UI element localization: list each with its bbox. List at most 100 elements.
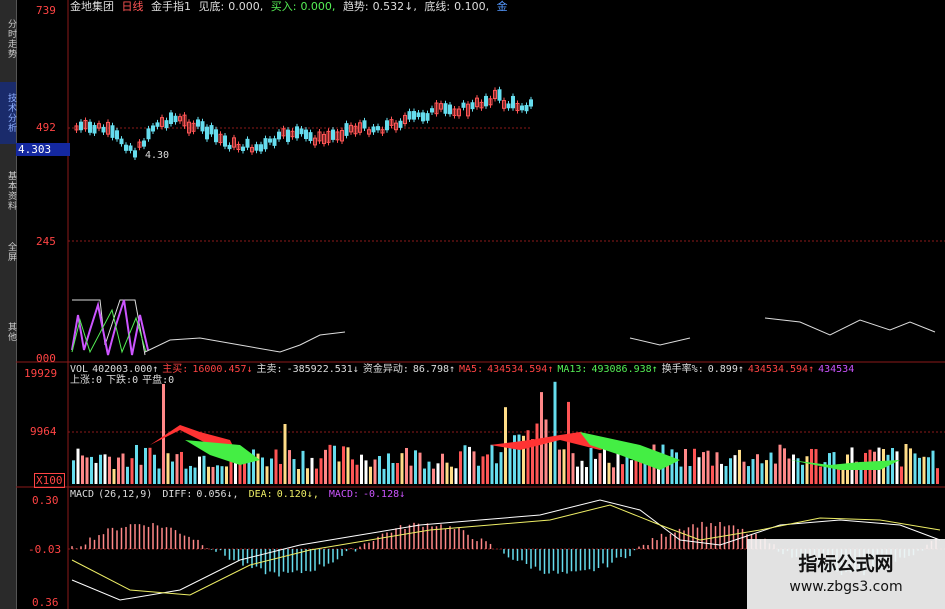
volume-bar bbox=[895, 451, 899, 484]
macd-title: MACD bbox=[70, 489, 95, 500]
volume-info-item-4: 主卖: bbox=[256, 364, 283, 375]
volume-sub-item-2: 平盘:0 bbox=[142, 375, 175, 386]
price-axis-label-low: 245 bbox=[36, 235, 56, 248]
volume-bar bbox=[585, 467, 588, 484]
volume-bar bbox=[904, 444, 908, 484]
volume-bar bbox=[315, 468, 318, 484]
candle-body bbox=[142, 140, 146, 147]
volume-bar bbox=[418, 452, 422, 484]
dea-value: 0.120↓, bbox=[276, 489, 319, 500]
volume-bar bbox=[405, 447, 408, 484]
volume-bar bbox=[481, 456, 485, 484]
volume-bar bbox=[166, 453, 170, 484]
volume-bar bbox=[351, 459, 354, 484]
volume-bar bbox=[414, 450, 417, 484]
volume-bar bbox=[198, 456, 201, 484]
volume-bar bbox=[751, 459, 755, 484]
volume-bar bbox=[927, 457, 930, 484]
volume-bar bbox=[436, 463, 440, 484]
period-label[interactable]: 日线 bbox=[122, 0, 144, 13]
volume-bar bbox=[171, 461, 174, 484]
volume-bar bbox=[360, 454, 363, 484]
volume-bar bbox=[220, 466, 224, 484]
volume-bar bbox=[144, 447, 147, 484]
macd-axis-label-mid: -0.03 bbox=[28, 543, 62, 556]
volume-bar bbox=[589, 447, 593, 484]
candle-body bbox=[295, 126, 299, 139]
candle-body bbox=[227, 144, 232, 150]
volume-bar bbox=[675, 452, 678, 484]
volume-bar bbox=[747, 466, 750, 484]
volume-bar bbox=[630, 460, 633, 484]
volume-bar bbox=[175, 454, 179, 484]
volume-bar bbox=[724, 466, 728, 484]
volume-bar bbox=[72, 460, 75, 484]
volume-info-item-12: 换手率%: bbox=[661, 364, 704, 375]
volume-bar bbox=[490, 444, 494, 484]
volume-bar bbox=[81, 455, 84, 484]
candle-body bbox=[407, 111, 412, 120]
macd-label: MACD: bbox=[328, 489, 359, 500]
volume-unit-label: X100 bbox=[34, 473, 65, 488]
volume-bar bbox=[459, 451, 462, 484]
volume-bar bbox=[715, 452, 719, 484]
candle-body bbox=[398, 120, 403, 128]
volume-info-item-8: MA5: bbox=[459, 364, 484, 375]
volume-bar bbox=[931, 450, 935, 484]
volume-bar bbox=[463, 445, 467, 484]
candle-body bbox=[331, 129, 335, 140]
candle-body bbox=[88, 121, 92, 133]
price-axis-label-mid: 492 bbox=[36, 121, 56, 134]
volume-info-item-13: 0.899↑ bbox=[707, 364, 744, 375]
volume-bar bbox=[373, 459, 377, 484]
volume-bar bbox=[346, 447, 350, 484]
volume-bar bbox=[787, 458, 791, 484]
volume-bar bbox=[468, 446, 471, 484]
volume-bar bbox=[364, 460, 368, 484]
macd-panel-header: MACD (26,12,9) DIFF: 0.056↓, DEA: 0.120↓, M… bbox=[70, 489, 409, 501]
info-label-buy: 买入: bbox=[270, 0, 297, 13]
price-axis-label-top: 739 bbox=[36, 4, 56, 17]
candle-body bbox=[214, 129, 218, 143]
volume-bar bbox=[711, 465, 714, 484]
stock-chart-canvas[interactable] bbox=[0, 0, 945, 609]
volume-bar bbox=[423, 468, 426, 484]
info-value-jiandi: 0.000, bbox=[228, 0, 264, 13]
volume-bar bbox=[297, 468, 300, 484]
volume-bar bbox=[598, 453, 602, 484]
volume-info-item-2: 主买: bbox=[162, 364, 189, 375]
volume-bar bbox=[283, 424, 287, 484]
volume-bar bbox=[139, 464, 143, 484]
candle-body bbox=[286, 129, 290, 142]
candle-body bbox=[362, 120, 367, 129]
diff-value: 0.056↓, bbox=[196, 489, 239, 500]
volume-bar bbox=[301, 450, 305, 484]
candle-body bbox=[461, 102, 466, 108]
volume-bar bbox=[670, 449, 674, 484]
volume-bar bbox=[549, 438, 552, 484]
volume-axis-label-mid: 9964 bbox=[30, 425, 57, 438]
ma-fill-green bbox=[185, 440, 260, 465]
volume-bar bbox=[679, 466, 683, 484]
oscillator-white-2 bbox=[629, 337, 691, 346]
volume-bar bbox=[499, 452, 503, 484]
watermark-title: 指标公式网 bbox=[798, 553, 894, 575]
volume-bar bbox=[756, 454, 759, 484]
volume-bar bbox=[774, 463, 777, 484]
volume-bar bbox=[796, 458, 800, 484]
indicator-name[interactable]: 金手指1 bbox=[151, 0, 191, 13]
volume-info-item-0: VOL bbox=[70, 364, 89, 375]
volume-bar bbox=[603, 446, 606, 484]
diff-label: DIFF: bbox=[162, 489, 193, 500]
volume-bar bbox=[729, 458, 732, 484]
info-label-gold: 金 bbox=[496, 0, 508, 13]
volume-bar bbox=[805, 456, 809, 484]
volume-bar bbox=[742, 461, 746, 484]
candle-body bbox=[209, 125, 214, 135]
info-label-jiandi: 见底: bbox=[198, 0, 225, 13]
volume-info-item-14: 434534.594↑ bbox=[747, 364, 815, 375]
volume-bar bbox=[562, 449, 566, 484]
oscillator-white-1 bbox=[144, 331, 346, 353]
volume-bar bbox=[936, 468, 939, 484]
volume-bar bbox=[801, 464, 804, 484]
